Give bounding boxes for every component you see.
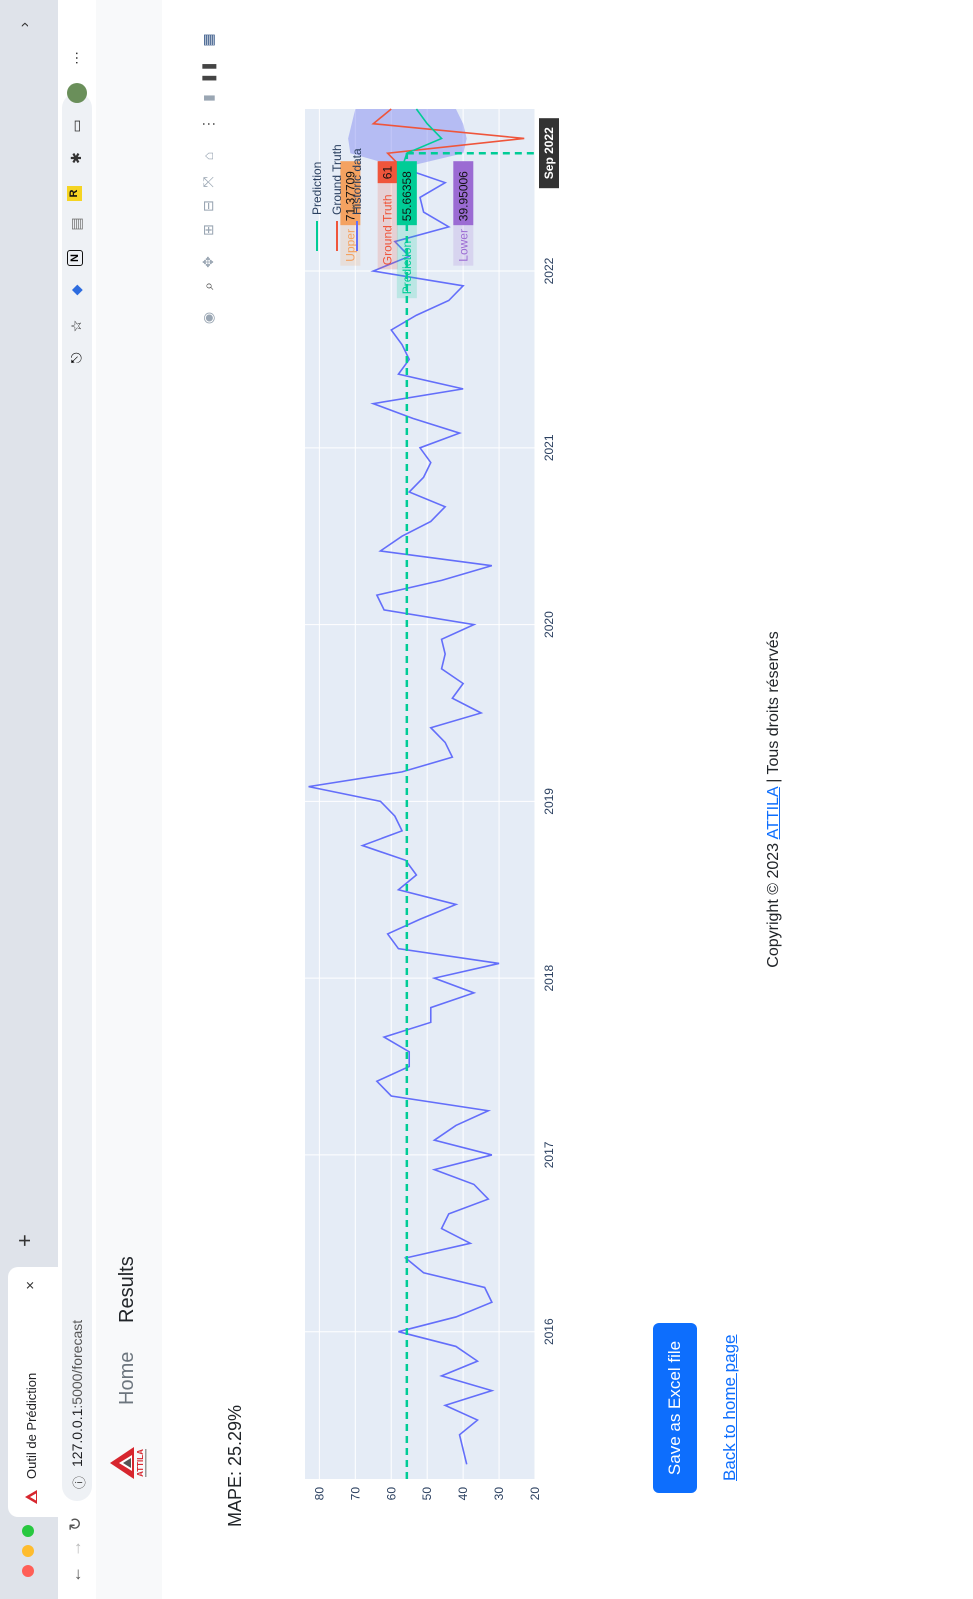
mape-metric: MAPE: 25.29% (225, 1404, 245, 1527)
y-tick-label: 20 (528, 1487, 542, 1501)
browser-menu-icon[interactable]: ⋯ (67, 49, 85, 67)
window-controls (22, 1525, 34, 1577)
plot-area (305, 109, 535, 1479)
hover-label-name: Ground Truth (381, 194, 395, 265)
camera-icon[interactable]: ◉ (198, 308, 218, 328)
maximize-window-button[interactable] (22, 1525, 34, 1537)
footer-attila-link[interactable]: ATTILA (765, 787, 782, 839)
address-bar[interactable]: ⓘ 127.0.0.1:5000/forecast (62, 93, 92, 1501)
hover-closest-icon[interactable]: ▮ (198, 88, 218, 108)
extensions-puzzle-icon[interactable]: ✱ (67, 149, 85, 167)
hover-label-name: Upper (343, 229, 357, 262)
x-tick-label: 2021 (542, 434, 556, 461)
site-navbar: ATTILA Home Results (96, 0, 162, 1599)
y-tick-label: 80 (312, 1487, 326, 1501)
x-tick-label: 2020 (542, 611, 556, 638)
minimize-window-button[interactable] (22, 1545, 34, 1557)
zoom-in-icon[interactable]: ⊞ (198, 220, 218, 240)
reset-axes-icon[interactable]: ⌂ (198, 146, 218, 166)
y-tick-label: 70 (348, 1487, 362, 1501)
url-text: 127.0.0.1:5000/forecast (69, 1320, 85, 1467)
url-host: 127.0.0.1 (69, 1408, 85, 1467)
tab-active[interactable]: Outil de Prédiction × (8, 1267, 58, 1517)
hover-label-ground-truth: Ground Truth 61 (377, 161, 398, 270)
legend-label: Historic data (350, 148, 364, 215)
hover-label-value: 55.66358 (400, 171, 414, 221)
hover-compare-icon[interactable]: ❚❚ (198, 61, 218, 84)
close-tab-icon[interactable]: × (22, 1281, 39, 1290)
x-tick-label: 2017 (542, 1141, 556, 1168)
hover-label-value: 61 (381, 166, 395, 180)
hover-label-name: Lower (456, 229, 470, 262)
new-tab-button[interactable]: + (12, 1234, 38, 1247)
autoscale-icon[interactable]: ⤧ (198, 172, 218, 192)
x-tick-label: 2016 (542, 1318, 556, 1345)
hover-x-label: Sep 2022 (542, 127, 556, 179)
footer-rights: | Tous droits réservés (765, 631, 782, 788)
hover-label-lower: Lower 39.95006 (453, 161, 474, 266)
tab-bar: Outil de Prédiction × + › (0, 0, 59, 1599)
back-arrow-icon[interactable]: ← (66, 1566, 86, 1583)
hover-label-value: 39.95006 (456, 171, 470, 221)
nav-home-link[interactable]: Home (116, 1352, 139, 1405)
y-tick-label: 50 (420, 1487, 434, 1501)
attila-favicon-icon (25, 1490, 37, 1504)
tab-title: Outil de Prédiction (24, 1372, 39, 1479)
site-info-icon[interactable]: ⓘ (69, 1476, 88, 1489)
tab-search-chevron-icon[interactable]: › (16, 22, 34, 27)
footer: Copyright © 2023 ATTILA | Tous droits ré… (765, 0, 783, 1599)
r-extension-icon[interactable]: R (67, 186, 82, 201)
y-tick-label: 30 (492, 1487, 506, 1501)
bookmark-star-icon[interactable]: ☆ (67, 317, 85, 335)
legend-label: Prediction (310, 162, 324, 215)
plotly-logo-icon[interactable]: ▦ (198, 30, 218, 50)
footer-copyright: Copyright © 2023 (765, 839, 782, 968)
extension-diamond-icon[interactable]: ◆ (67, 281, 85, 299)
hover-label-name: Prediction (400, 241, 414, 294)
attila-logo[interactable]: ATTILA (108, 1445, 148, 1481)
svg-text:ATTILA: ATTILA (136, 1449, 145, 1477)
y-tick-label: 40 (456, 1487, 470, 1501)
side-panel-icon[interactable]: ▭ (67, 117, 85, 135)
forward-arrow-icon[interactable]: → (66, 1540, 86, 1557)
x-tick-label: 2019 (542, 788, 556, 815)
close-window-button[interactable] (22, 1565, 34, 1577)
notion-extension-icon[interactable]: N (67, 250, 83, 266)
zoom-icon[interactable]: ⌕ (198, 276, 218, 296)
x-tick-label: 2018 (542, 964, 556, 991)
url-path: :5000/forecast (69, 1319, 85, 1409)
zoom-out-icon[interactable]: ⊟ (198, 196, 218, 216)
x-tick-label: 2022 (542, 257, 556, 284)
forecast-chart[interactable]: 20 30 40 50 60 70 80 2016 2017 2018 2019 2020 2021 20… (275, 69, 575, 1529)
spike-lines-icon[interactable]: ⋮ (198, 114, 218, 134)
profile-avatar[interactable] (67, 83, 87, 103)
save-excel-button[interactable]: Save as Excel file (653, 1323, 697, 1493)
install-app-icon[interactable]: ⎋ (67, 349, 85, 367)
chart-modebar: ◉ ⌕ ✥ ⊞ ⊟ ⤧ ⌂ ⋮ ▮ ❚❚ ▦ (198, 8, 220, 328)
pan-icon[interactable]: ✥ (198, 252, 218, 272)
legend-label: Ground Truth (330, 144, 344, 215)
reader-extension-icon[interactable]: ▤ (67, 215, 85, 233)
back-home-link[interactable]: Back to home page (720, 1335, 740, 1481)
browser-window: Outil de Prédiction × + › ← → ↻ ⓘ 127.0.… (0, 0, 973, 1599)
browser-toolbar: ← → ↻ ⓘ 127.0.0.1:5000/forecast ⎋ ☆ ◆ N … (58, 0, 97, 1599)
nav-results-link[interactable]: Results (116, 1256, 139, 1323)
y-tick-label: 60 (384, 1487, 398, 1501)
reload-icon[interactable]: ↻ (66, 1517, 86, 1531)
hover-label-prediction: Prediction 55.66358 (396, 161, 417, 299)
